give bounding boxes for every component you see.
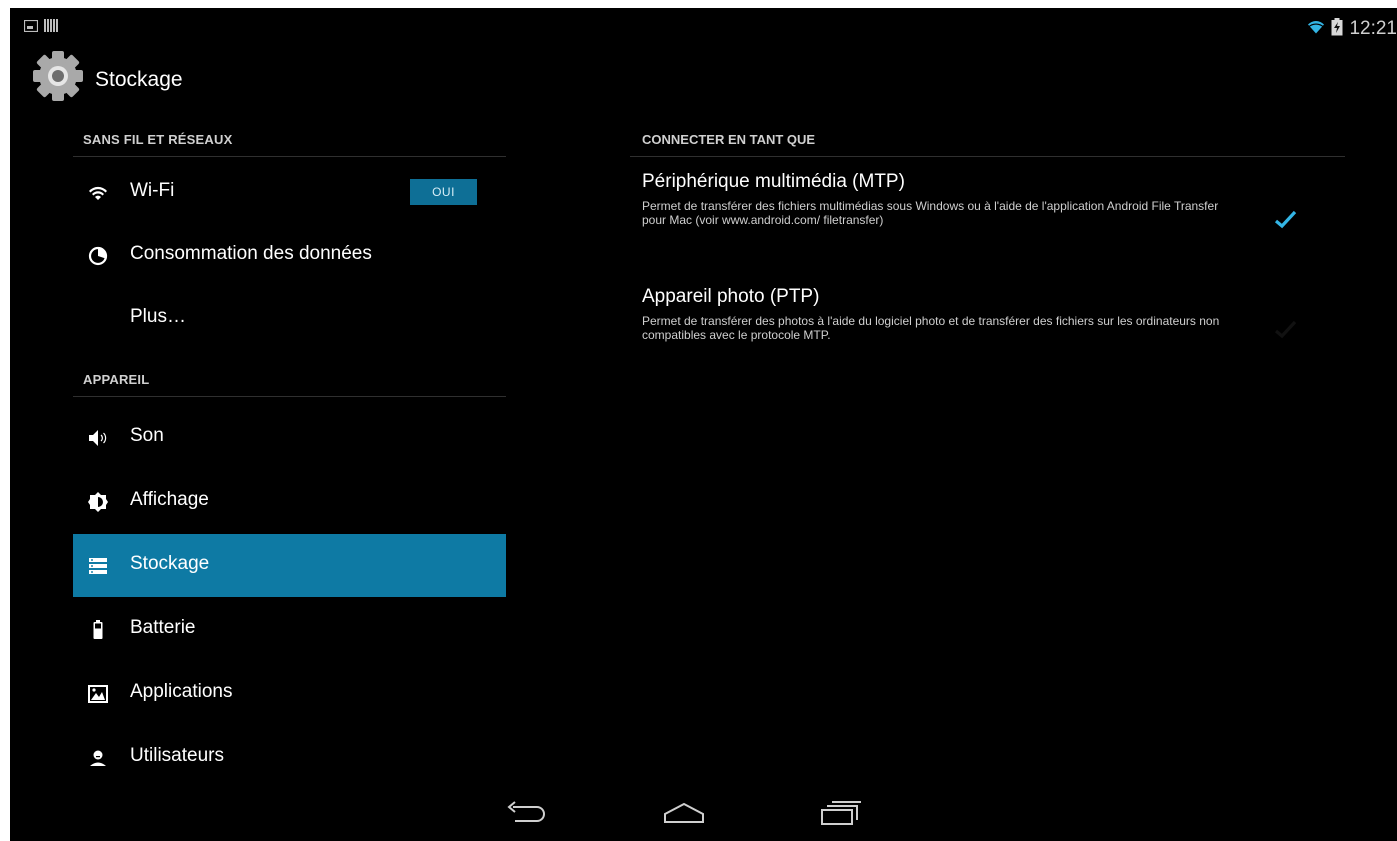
sidebar-item-label: Stockage [130, 553, 210, 574]
option-ptp[interactable]: Appareil photo (PTP) Permet de transfére… [642, 285, 1332, 342]
home-icon[interactable] [663, 800, 705, 833]
section-divider [73, 156, 506, 157]
wifi-toggle[interactable]: OUI [410, 179, 477, 205]
sidebar-item-data-usage[interactable]: Consommation des données [73, 224, 506, 287]
barcode-notification-icon [44, 19, 58, 37]
sidebar-item-display[interactable]: Affichage [73, 470, 506, 533]
section-header-wireless: SANS FIL ET RÉSEAUX [83, 132, 233, 147]
brightness-icon [87, 491, 109, 513]
wifi-signal-icon [1307, 20, 1325, 39]
recent-apps-icon[interactable] [820, 800, 862, 833]
user-icon [87, 747, 109, 769]
status-bar: 12:21 [10, 8, 1397, 48]
volume-icon [87, 427, 109, 449]
action-bar: Stockage [10, 48, 1397, 118]
ptp-checkbox[interactable] [1272, 316, 1300, 344]
option-mtp[interactable]: Périphérique multimédia (MTP) Permet de … [642, 170, 1332, 227]
status-bar-right: 12:21 [1307, 17, 1397, 41]
section-header-device: APPAREIL [83, 372, 150, 387]
section-header-connect-as: CONNECTER EN TANT QUE [642, 132, 816, 147]
sidebar-item-label: Applications [130, 681, 233, 702]
sidebar-item-more[interactable]: Plus… [73, 287, 506, 350]
battery-icon [87, 619, 109, 641]
mtp-checkbox[interactable] [1272, 206, 1300, 234]
sidebar-item-applications[interactable]: Applications [73, 662, 506, 725]
sidebar-item-wifi[interactable]: Wi-Fi OUI [73, 161, 506, 224]
option-title: Périphérique multimédia (MTP) [642, 171, 905, 192]
sidebar-item-label: Plus… [130, 306, 186, 327]
option-summary: Permet de transférer des fichiers multim… [642, 199, 1219, 227]
sidebar-item-battery[interactable]: Batterie [73, 598, 506, 661]
sidebar-item-sound[interactable]: Son [73, 406, 506, 469]
sidebar-item-users[interactable]: Utilisateurs [73, 726, 506, 789]
page-title: Stockage [95, 68, 183, 91]
wifi-icon [87, 182, 109, 204]
sidebar-item-label: Batterie [130, 617, 196, 638]
sidebar-item-label: Consommation des données [130, 243, 372, 264]
applications-icon [87, 683, 109, 705]
option-summary: Permet de transférer des photos à l'aide… [642, 314, 1220, 342]
section-divider [73, 396, 506, 397]
sidebar-item-label: Wi-Fi [130, 180, 175, 201]
sidebar-item-label: Son [130, 425, 164, 446]
navigation-bar [10, 788, 1397, 841]
back-icon[interactable] [505, 800, 547, 833]
picture-notification-icon [23, 19, 39, 37]
section-divider [630, 156, 1345, 157]
option-title: Appareil photo (PTP) [642, 286, 820, 307]
storage-icon [87, 555, 109, 577]
settings-gear-icon[interactable] [30, 48, 86, 109]
sidebar-item-label: Utilisateurs [130, 745, 224, 766]
android-screen: 12:21 Stockage SANS FIL ET RÉSEAUX Wi-Fi… [10, 8, 1397, 841]
data-usage-icon [87, 245, 109, 267]
sidebar-item-label: Affichage [130, 489, 209, 510]
sidebar-item-storage[interactable]: Stockage [73, 534, 506, 597]
status-time: 12:21 [1349, 18, 1397, 39]
battery-charging-icon [1331, 17, 1343, 41]
